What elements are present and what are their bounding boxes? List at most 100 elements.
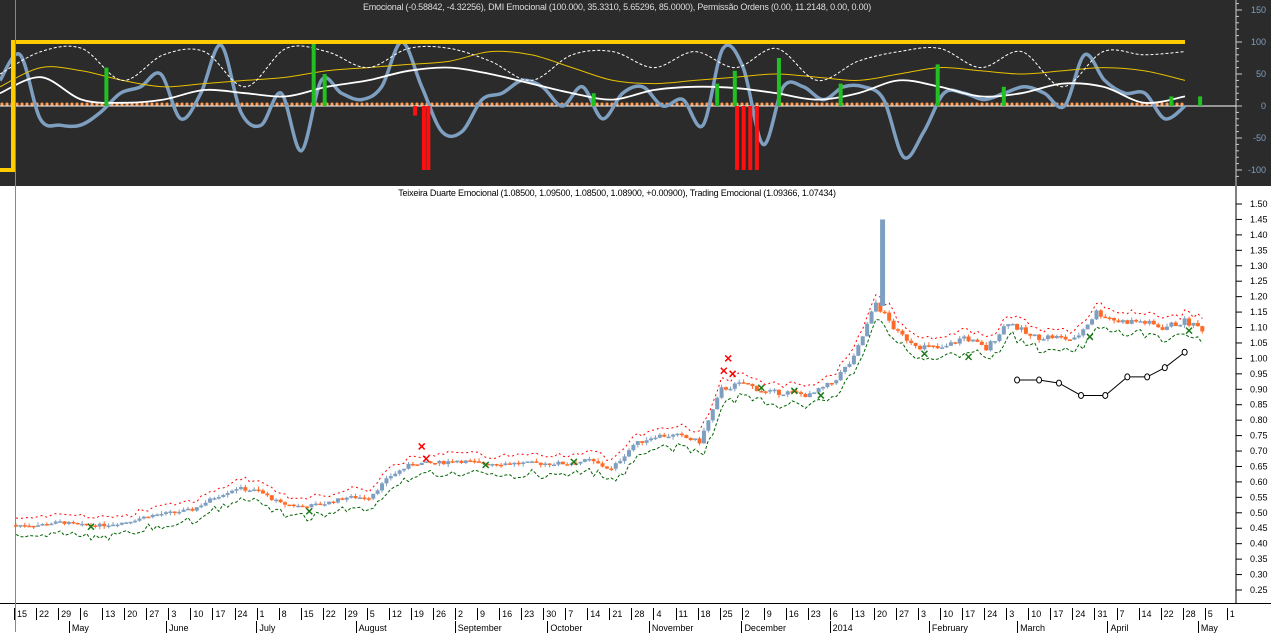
candle-body — [1151, 320, 1156, 325]
trend-point — [1014, 376, 1021, 384]
candle-body — [732, 383, 737, 389]
baseline-dot — [770, 102, 774, 106]
date-tick: 20 — [124, 608, 137, 620]
candle-body — [441, 460, 446, 465]
date-tick: 7 — [565, 608, 573, 620]
baseline-dot — [1085, 102, 1089, 106]
baseline-dot — [185, 102, 189, 106]
candle-body — [953, 342, 958, 344]
baseline-dot — [765, 102, 769, 106]
baseline-dot — [1130, 102, 1134, 106]
candle-body — [512, 462, 517, 465]
date-tick: 19 — [410, 608, 424, 620]
baseline-dot — [380, 102, 384, 106]
candle-body — [1019, 327, 1024, 330]
candle-body — [212, 498, 217, 500]
candle-body — [22, 525, 27, 527]
baseline-dot — [490, 102, 494, 106]
baseline-dot — [1095, 102, 1099, 106]
candle-body — [962, 336, 967, 339]
baseline-dot — [650, 102, 654, 106]
trend-point — [1181, 348, 1188, 356]
month-label: September — [454, 621, 502, 633]
candle-body — [437, 460, 442, 464]
candle-body — [896, 329, 900, 331]
candle-body — [838, 371, 843, 381]
baseline-dot — [865, 102, 869, 106]
candle-body — [71, 521, 76, 524]
baseline-dot — [210, 102, 214, 106]
trend-point — [1102, 391, 1109, 399]
candle-body — [662, 434, 667, 437]
candle-body — [208, 498, 213, 503]
baseline-dot — [605, 102, 609, 106]
candle-body — [468, 460, 473, 462]
candle-body — [1032, 334, 1037, 337]
baseline-dot — [530, 102, 534, 106]
candle-body — [384, 478, 389, 484]
candle-body — [234, 489, 239, 491]
candle-body — [746, 383, 751, 385]
date-tick: 26 — [432, 608, 446, 620]
candle-body — [829, 382, 834, 385]
candle-body — [102, 523, 107, 527]
candle-body — [141, 516, 146, 519]
candle-body — [851, 355, 856, 365]
date-tick: 15 — [14, 608, 27, 620]
candle-body — [1156, 324, 1161, 328]
sell-bar — [741, 106, 746, 170]
trend-point — [1078, 391, 1085, 399]
baseline-dot — [450, 102, 454, 106]
sell-bar — [735, 106, 740, 170]
baseline-dot — [920, 102, 924, 106]
date-tick: 13 — [851, 608, 865, 620]
baseline-dot — [940, 102, 944, 106]
trend-point — [1144, 373, 1151, 381]
baseline-dot — [900, 102, 904, 106]
baseline-dot — [340, 102, 344, 106]
candle-body — [997, 334, 1002, 342]
baseline-dot — [1180, 102, 1184, 106]
candle-body — [543, 463, 548, 466]
baseline-dot — [695, 102, 699, 106]
candle-body — [821, 387, 826, 389]
baseline-dot — [550, 102, 554, 106]
buy-bar — [591, 93, 596, 106]
buy-mark — [1086, 333, 1094, 341]
candle-body — [909, 340, 914, 344]
y-tick-label: -50 — [1253, 133, 1266, 143]
candle-body — [631, 444, 636, 451]
candle-body — [604, 466, 609, 469]
candle-body — [578, 461, 583, 464]
baseline-dot — [580, 102, 584, 106]
candle-body — [1001, 326, 1006, 335]
candle-body — [719, 387, 724, 398]
candle-body — [1037, 334, 1042, 340]
baseline-dot — [630, 102, 634, 106]
baseline-dot — [930, 102, 934, 106]
date-tick: 7 — [1116, 608, 1125, 620]
candle-body — [785, 391, 790, 395]
candle-body — [609, 468, 614, 471]
candle-body — [847, 364, 852, 367]
candle-body — [1178, 324, 1183, 327]
candle-body — [701, 430, 706, 444]
buy-bar — [776, 58, 781, 106]
candle-body — [159, 514, 164, 516]
baseline-dot — [965, 102, 969, 106]
baseline-dot — [640, 102, 644, 106]
y-tick-label: 50 — [1256, 69, 1266, 79]
candle-body — [146, 516, 151, 519]
candle-body — [710, 409, 715, 421]
date-tick: 10 — [940, 608, 953, 620]
candle-body — [587, 459, 592, 461]
candle-body — [931, 345, 936, 348]
y-tick-label: 0.30 — [1250, 570, 1268, 580]
buy-bar — [1169, 96, 1174, 106]
baseline-dot — [495, 102, 499, 106]
candle-body — [133, 520, 138, 523]
baseline-dot — [985, 102, 989, 106]
baseline-dot — [910, 102, 914, 106]
baseline-dot — [275, 102, 279, 106]
baseline-dot — [260, 102, 264, 106]
